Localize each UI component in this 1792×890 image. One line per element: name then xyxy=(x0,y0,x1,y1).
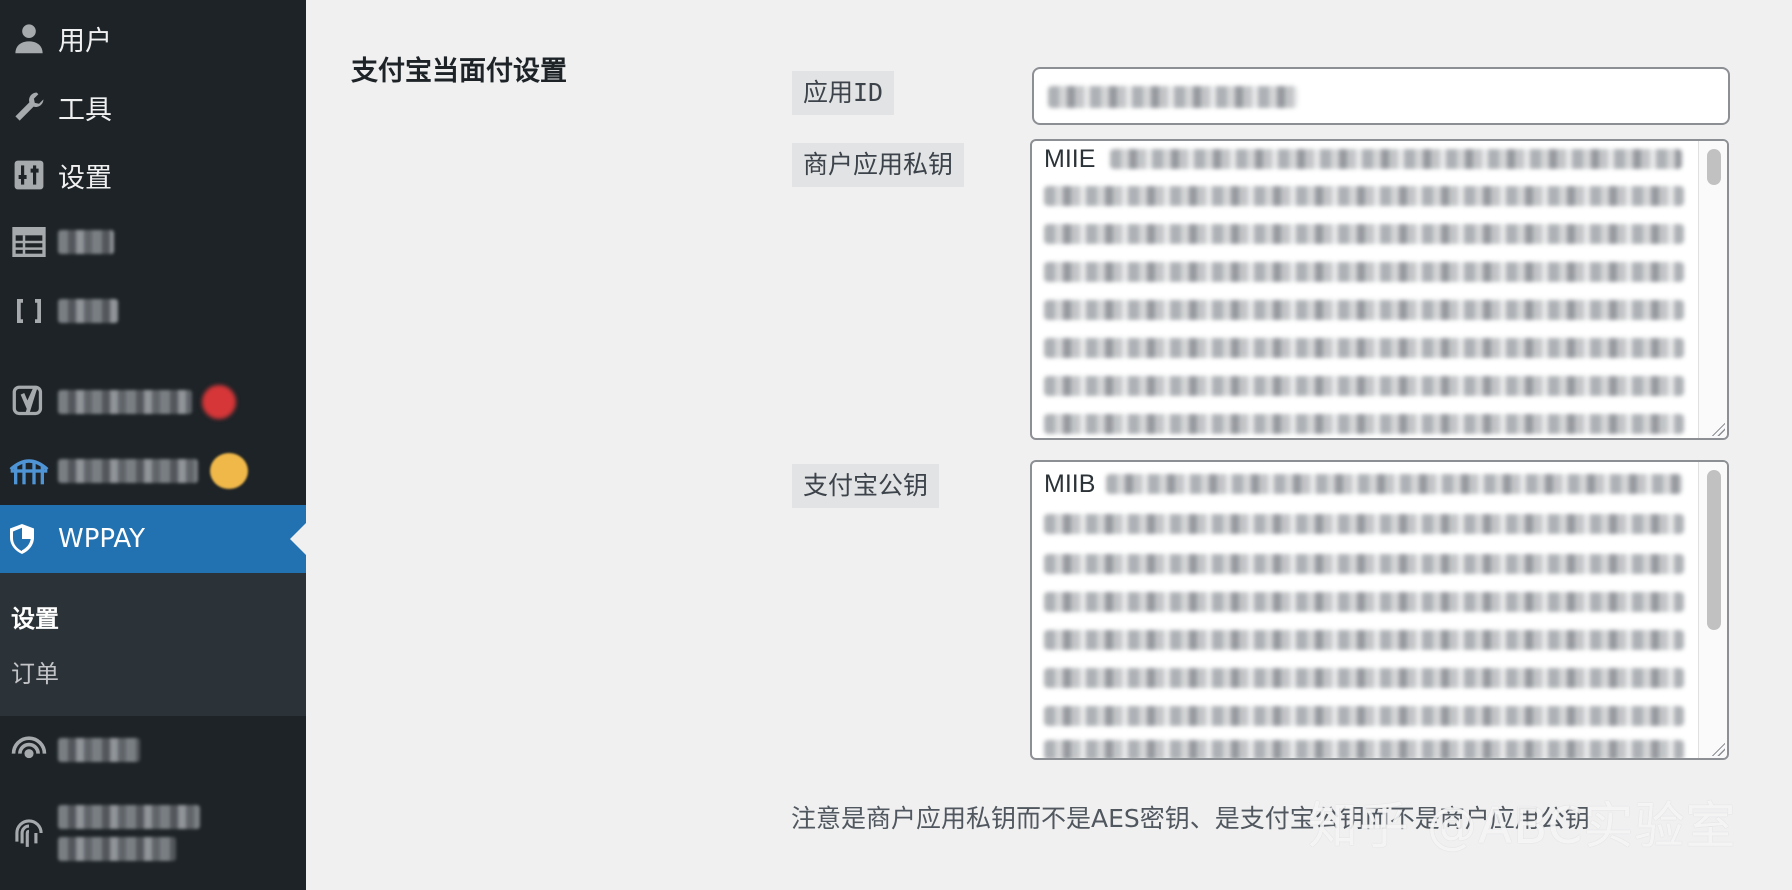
scrollbar-thumb[interactable] xyxy=(1707,470,1721,630)
blurred-line xyxy=(1044,376,1684,396)
blurred-line xyxy=(1044,554,1684,574)
resize-handle[interactable] xyxy=(1709,420,1725,436)
sidebar-item-tools[interactable]: 工具 xyxy=(0,73,306,141)
blurred-line xyxy=(1044,514,1684,534)
app-id-label: 应用ID xyxy=(792,71,895,115)
broadcast-icon xyxy=(0,716,58,784)
sidebar-item-label-blurred xyxy=(58,738,140,762)
blurred-line xyxy=(1044,706,1684,726)
sidebar-item-label-blurred xyxy=(58,390,192,414)
active-indicator-arrow xyxy=(290,523,306,555)
section-title: 支付宝当面付设置 xyxy=(351,56,567,87)
blurred-line xyxy=(1106,474,1682,494)
notification-badge xyxy=(210,453,248,489)
blurred-line xyxy=(1110,149,1682,169)
shield-icon xyxy=(0,505,44,573)
sidebar-item-label-blurred xyxy=(58,837,176,861)
blurred-line xyxy=(1044,262,1684,282)
sidebar-item-label-blurred xyxy=(58,299,118,323)
sidebar-item-label: 设置 xyxy=(58,162,112,194)
sidebar-item-label-blurred xyxy=(58,805,200,829)
sidebar-item-label-group xyxy=(58,805,200,861)
sidebar-item-label-blurred xyxy=(58,230,114,254)
blurred-line xyxy=(1044,668,1684,688)
private-key-value-prefix: MIIE xyxy=(1044,145,1096,173)
public-key-label: 支付宝公钥 xyxy=(792,464,940,508)
blurred-line xyxy=(1044,414,1684,434)
sidebar-item-label: 用户 xyxy=(58,25,112,57)
sidebar-item-label-blurred xyxy=(58,459,198,483)
blurred-line xyxy=(1044,338,1684,358)
public-key-value-prefix: MIIB xyxy=(1044,470,1096,498)
private-key-label: 商户应用私钥 xyxy=(792,143,965,187)
sidebar-item-yoast[interactable] xyxy=(0,368,306,436)
blurred-line xyxy=(1044,592,1684,612)
scrollbar-thumb[interactable] xyxy=(1707,149,1721,185)
wrench-icon xyxy=(0,73,58,141)
submenu-item-orders[interactable]: 订单 xyxy=(11,654,59,689)
blurred-line xyxy=(1044,300,1684,320)
blurred-line xyxy=(1044,224,1684,244)
watermark: 知乎 @ABC实验室 xyxy=(1308,797,1737,855)
blurred-value xyxy=(1048,86,1298,108)
scrollbar[interactable] xyxy=(1698,141,1727,438)
sidebar-item-table[interactable] xyxy=(0,208,306,276)
fingerprint-icon xyxy=(0,799,58,867)
sidebar-item-label: 工具 xyxy=(58,94,112,126)
submenu-item-settings[interactable]: 设置 xyxy=(11,599,59,634)
sidebar-item-users[interactable]: 用户 xyxy=(0,4,306,72)
bridge-icon xyxy=(0,437,58,505)
resize-handle[interactable] xyxy=(1709,740,1725,756)
yoast-icon xyxy=(0,368,58,436)
blurred-line xyxy=(1044,186,1684,206)
sidebar-item-wppay[interactable]: WPPAY xyxy=(0,505,306,573)
notification-badge xyxy=(202,385,236,419)
sidebar-item-broadcast[interactable] xyxy=(0,716,306,784)
scrollbar[interactable] xyxy=(1698,462,1727,758)
sidebar-item-brackets[interactable] xyxy=(0,277,306,345)
brackets-icon xyxy=(0,277,58,345)
admin-sidebar: 用户 工具 设置 WPPAY 设置 订单 xyxy=(0,0,306,890)
sidebar-item-bridge[interactable] xyxy=(0,437,306,505)
table-icon xyxy=(0,208,58,276)
public-key-textarea[interactable]: MIIB xyxy=(1030,460,1729,760)
sidebar-item-fingerprint[interactable] xyxy=(0,793,306,873)
blurred-line xyxy=(1044,630,1684,650)
settings-sliders-icon xyxy=(0,141,58,209)
blurred-line xyxy=(1044,740,1684,758)
app-id-input[interactable] xyxy=(1032,67,1730,125)
wppay-submenu: 设置 订单 xyxy=(0,573,306,716)
private-key-textarea[interactable]: MIIE xyxy=(1030,139,1729,440)
sidebar-item-settings[interactable]: 设置 xyxy=(0,141,306,209)
sidebar-item-label: WPPAY xyxy=(58,524,146,554)
user-icon xyxy=(0,4,58,72)
